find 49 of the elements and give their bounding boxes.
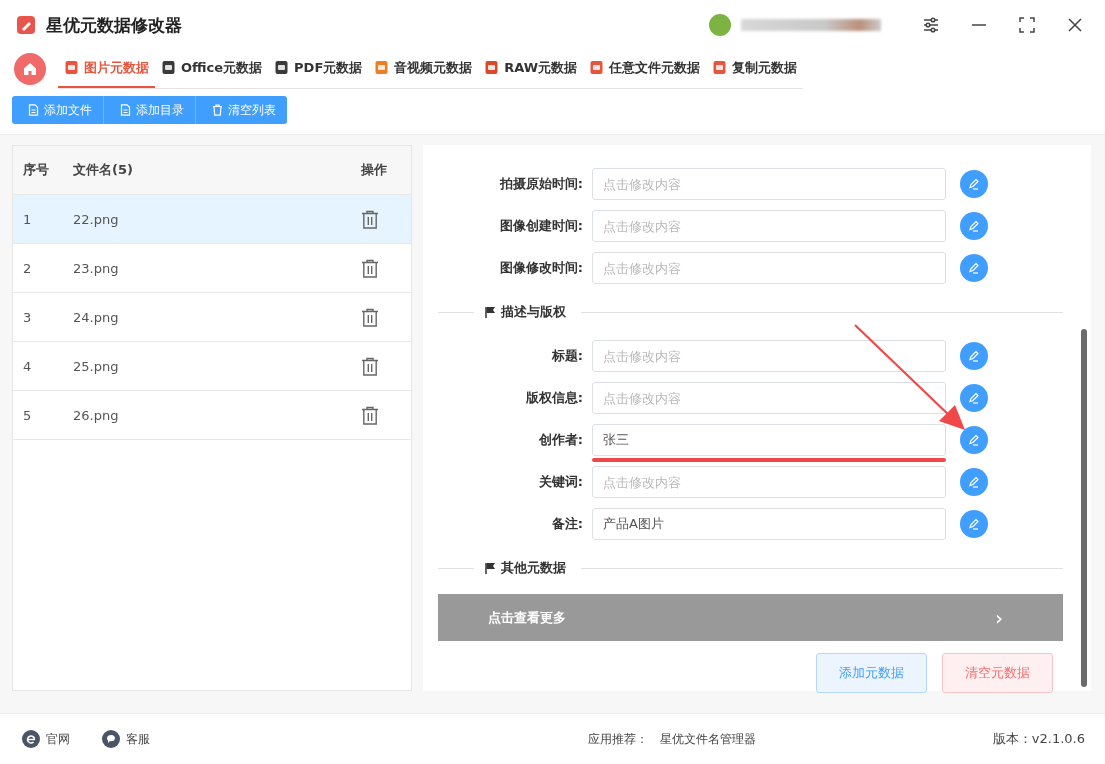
field-label: 标题: <box>550 347 584 365</box>
tab[interactable]: Office元数据 <box>155 49 269 88</box>
table-cell-text: 4 <box>22 358 33 374</box>
table-row[interactable]: 2 23.png <box>13 244 411 293</box>
field-label: 图像修改时间: <box>498 259 584 277</box>
table-cell-text: 5 <box>22 407 33 423</box>
table-row[interactable]: 5 26.png <box>13 391 411 440</box>
field-label: 关键词: <box>537 473 584 491</box>
column-header: 操作 <box>361 161 388 179</box>
column-header: 文件名(5) <box>73 161 134 179</box>
table-cell-text: 2 <box>22 260 33 276</box>
recommend-label: 应用推荐： <box>588 730 649 748</box>
recommend-link[interactable]: 星优文件名管理器 <box>660 730 757 748</box>
input-field[interactable]: 点击修改内容 <box>592 340 946 372</box>
table-cell-text: 25.png <box>73 358 120 374</box>
field-label: 版权信息: <box>524 389 584 407</box>
tab[interactable]: 音视频元数据 <box>368 49 479 88</box>
footer-link[interactable]: 客服 <box>102 730 150 748</box>
table-row[interactable]: 3 24.png <box>13 293 411 342</box>
field-label: 拍摄原始时间: <box>498 175 584 193</box>
tab[interactable]: 任意文件元数据 <box>583 49 707 88</box>
column-header: 序号 <box>22 161 50 179</box>
input-field[interactable]: 张三 <box>592 424 946 456</box>
input-field[interactable]: 点击修改内容 <box>592 210 946 242</box>
table-cell-text: 26.png <box>73 407 120 423</box>
tab[interactable]: RAW元数据 <box>478 49 584 88</box>
version-text: 版本：v2.1.0.6 <box>992 730 1085 748</box>
window-title: 星优元数据修改器 <box>46 13 182 37</box>
tab[interactable]: 图片元数据 <box>58 49 155 88</box>
tab[interactable]: PDF元数据 <box>268 49 369 88</box>
table-cell-text: 3 <box>22 309 33 325</box>
table-row[interactable]: 1 22.png <box>13 195 411 244</box>
input-field[interactable]: 产品A图片 <box>592 508 946 540</box>
footer-link[interactable]: 官网 <box>22 730 70 748</box>
table-cell-text: 1 <box>22 211 33 227</box>
section-heading: 其他元数据 <box>501 559 566 577</box>
table-cell-text: 24.png <box>73 309 120 325</box>
field-label: 备注: <box>550 515 584 533</box>
table-row[interactable]: 4 25.png <box>13 342 411 391</box>
field-label: 创作者: <box>537 431 584 449</box>
input-field[interactable]: 点击修改内容 <box>592 252 946 284</box>
tab[interactable]: 复制元数据 <box>706 49 804 88</box>
section-heading: 描述与版权 <box>501 303 566 321</box>
table-cell-text: 22.png <box>73 211 120 227</box>
input-field[interactable]: 点击修改内容 <box>592 466 946 498</box>
table-cell-text: 23.png <box>73 260 120 276</box>
field-label: 图像创建时间: <box>498 217 584 235</box>
input-field[interactable]: 点击修改内容 <box>592 382 946 414</box>
input-field[interactable]: 点击修改内容 <box>592 168 946 200</box>
